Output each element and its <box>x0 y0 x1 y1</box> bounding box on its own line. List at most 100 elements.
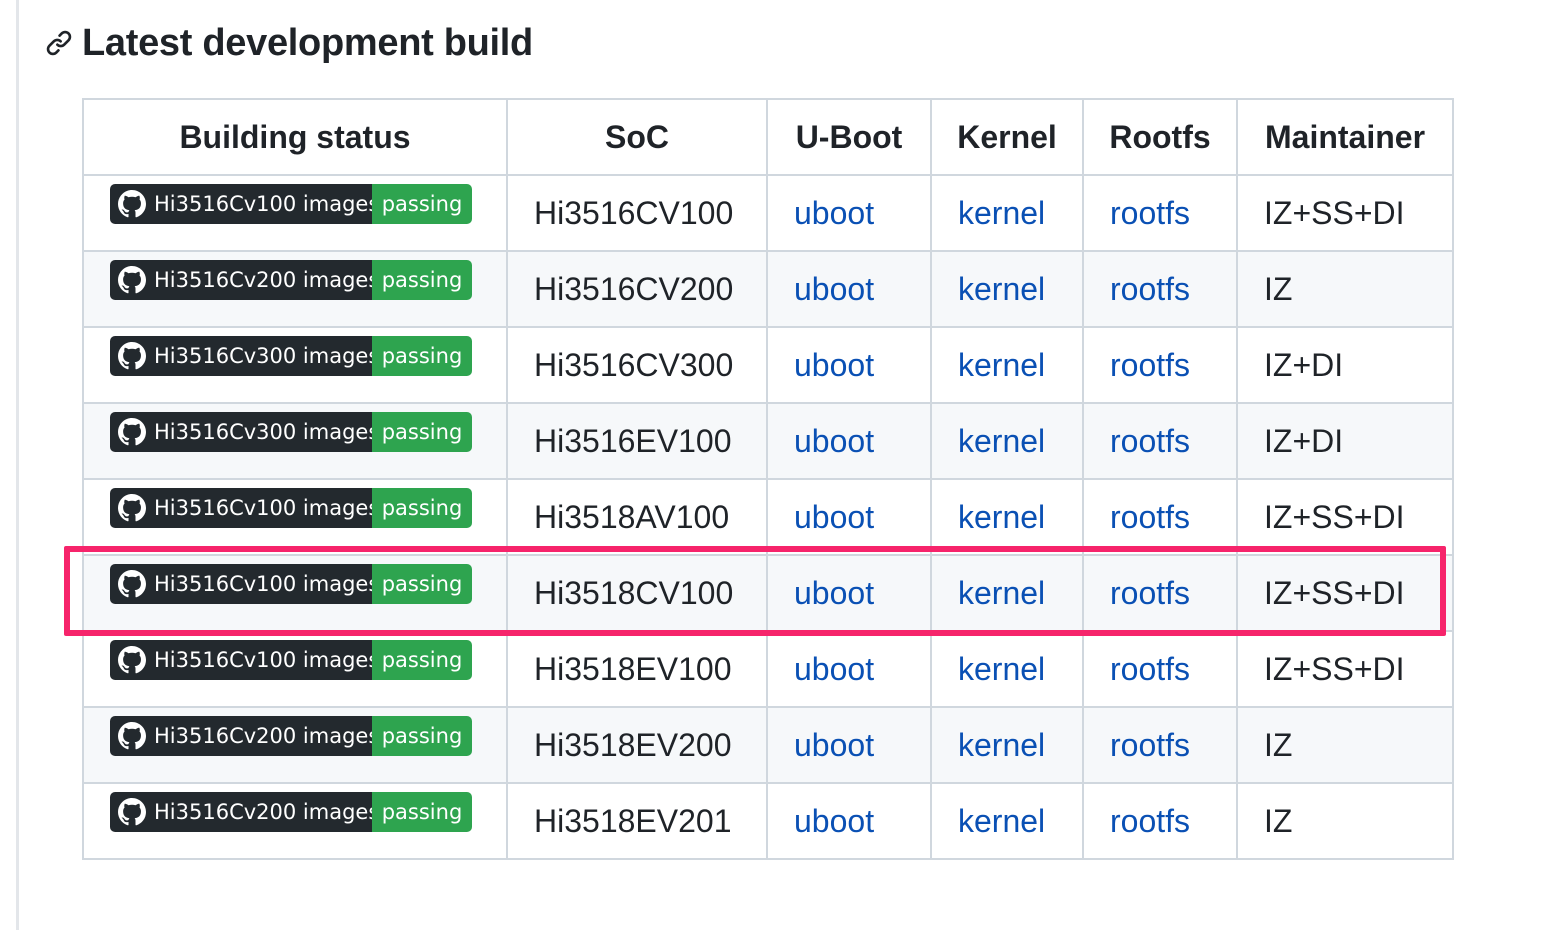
uboot-link[interactable]: uboot <box>794 575 874 611</box>
rootfs-link[interactable]: rootfs <box>1110 803 1190 839</box>
kernel-link[interactable]: kernel <box>958 195 1045 231</box>
github-icon <box>118 722 146 750</box>
github-icon <box>118 494 146 522</box>
badge-workflow: Hi3516Cv300 images <box>110 336 372 377</box>
badge-label: Hi3516Cv200 images <box>154 800 372 825</box>
kernel-link[interactable]: kernel <box>958 499 1045 535</box>
uboot-link[interactable]: uboot <box>794 347 874 383</box>
status-cell: Hi3516Cv100 images passing <box>82 478 508 556</box>
rootfs-link[interactable]: rootfs <box>1110 575 1190 611</box>
kernel-link[interactable]: kernel <box>958 271 1045 307</box>
uboot-link[interactable]: uboot <box>794 651 874 687</box>
rootfs-link[interactable]: rootfs <box>1110 727 1190 763</box>
maintainer-cell: IZ <box>1236 782 1454 860</box>
uboot-link[interactable]: uboot <box>794 423 874 459</box>
uboot-cell: uboot <box>766 478 932 556</box>
table-row: Hi3516Cv200 images passing Hi3518EV200 u… <box>82 706 1454 784</box>
rootfs-cell: rootfs <box>1082 554 1238 632</box>
rootfs-link[interactable]: rootfs <box>1110 271 1190 307</box>
rootfs-cell: rootfs <box>1082 402 1238 480</box>
header-kernel: Kernel <box>930 98 1084 176</box>
badge-label: Hi3516Cv300 images <box>154 420 372 445</box>
build-status-badge[interactable]: Hi3516Cv100 images passing <box>110 184 472 225</box>
badge-label: Hi3516Cv100 images <box>154 648 372 673</box>
kernel-link[interactable]: kernel <box>958 575 1045 611</box>
build-status-badge[interactable]: Hi3516Cv300 images passing <box>110 412 472 453</box>
rootfs-link[interactable]: rootfs <box>1110 423 1190 459</box>
uboot-link[interactable]: uboot <box>794 803 874 839</box>
soc-cell: Hi3518CV100 <box>506 554 768 632</box>
maintainer-cell: IZ+SS+DI <box>1236 630 1454 708</box>
kernel-cell: kernel <box>930 402 1084 480</box>
rootfs-link[interactable]: rootfs <box>1110 195 1190 231</box>
content-left-rule <box>16 0 19 930</box>
build-status-badge[interactable]: Hi3516Cv100 images passing <box>110 564 472 605</box>
rootfs-cell: rootfs <box>1082 478 1238 556</box>
badge-label: Hi3516Cv100 images <box>154 572 372 597</box>
badge-label: Hi3516Cv300 images <box>154 344 372 369</box>
kernel-link[interactable]: kernel <box>958 347 1045 383</box>
kernel-cell: kernel <box>930 782 1084 860</box>
uboot-link[interactable]: uboot <box>794 195 874 231</box>
header-building-status: Building status <box>82 98 508 176</box>
badge-status: passing <box>372 716 472 757</box>
build-status-badge[interactable]: Hi3516Cv200 images passing <box>110 792 472 833</box>
kernel-link[interactable]: kernel <box>958 651 1045 687</box>
uboot-link[interactable]: uboot <box>794 727 874 763</box>
rootfs-cell: rootfs <box>1082 174 1238 252</box>
maintainer-cell: IZ <box>1236 250 1454 328</box>
table-row: Hi3516Cv300 images passing Hi3516CV300 u… <box>82 326 1454 404</box>
rootfs-cell: rootfs <box>1082 630 1238 708</box>
badge-workflow: Hi3516Cv100 images <box>110 184 372 225</box>
page: Latest development build Building status… <box>0 0 1548 930</box>
build-status-badge[interactable]: Hi3516Cv200 images passing <box>110 260 472 301</box>
github-icon <box>118 190 146 218</box>
table-row: Hi3516Cv100 images passing Hi3518CV100 u… <box>82 554 1454 632</box>
soc-cell: Hi3516CV200 <box>506 250 768 328</box>
uboot-cell: uboot <box>766 250 932 328</box>
badge-label: Hi3516Cv100 images <box>154 192 372 217</box>
maintainer-cell: IZ+SS+DI <box>1236 174 1454 252</box>
maintainer-cell: IZ+SS+DI <box>1236 554 1454 632</box>
page-title: Latest development build <box>82 21 533 64</box>
kernel-link[interactable]: kernel <box>958 803 1045 839</box>
uboot-link[interactable]: uboot <box>794 271 874 307</box>
uboot-link[interactable]: uboot <box>794 499 874 535</box>
status-cell: Hi3516Cv300 images passing <box>82 402 508 480</box>
build-status-badge[interactable]: Hi3516Cv100 images passing <box>110 640 472 681</box>
rootfs-cell: rootfs <box>1082 782 1238 860</box>
badge-label: Hi3516Cv200 images <box>154 268 372 293</box>
link-icon[interactable] <box>42 26 76 60</box>
kernel-cell: kernel <box>930 630 1084 708</box>
uboot-cell: uboot <box>766 706 932 784</box>
github-icon <box>118 266 146 294</box>
build-status-badge[interactable]: Hi3516Cv100 images passing <box>110 488 472 529</box>
kernel-cell: kernel <box>930 326 1084 404</box>
kernel-link[interactable]: kernel <box>958 423 1045 459</box>
status-cell: Hi3516Cv200 images passing <box>82 706 508 784</box>
soc-cell: Hi3518EV201 <box>506 782 768 860</box>
rootfs-link[interactable]: rootfs <box>1110 651 1190 687</box>
table-header-row: Building status SoC U-Boot Kernel Rootfs… <box>82 98 1454 176</box>
rootfs-link[interactable]: rootfs <box>1110 347 1190 383</box>
table-row: Hi3516Cv200 images passing Hi3518EV201 u… <box>82 782 1454 860</box>
build-status-badge[interactable]: Hi3516Cv200 images passing <box>110 716 472 757</box>
build-status-badge[interactable]: Hi3516Cv300 images passing <box>110 336 472 377</box>
github-icon <box>118 342 146 370</box>
github-icon <box>118 570 146 598</box>
status-cell: Hi3516Cv100 images passing <box>82 554 508 632</box>
badge-workflow: Hi3516Cv200 images <box>110 792 372 833</box>
uboot-cell: uboot <box>766 630 932 708</box>
maintainer-cell: IZ+SS+DI <box>1236 478 1454 556</box>
github-icon <box>118 798 146 826</box>
badge-workflow: Hi3516Cv100 images <box>110 640 372 681</box>
kernel-cell: kernel <box>930 478 1084 556</box>
uboot-cell: uboot <box>766 402 932 480</box>
header-rootfs: Rootfs <box>1082 98 1238 176</box>
table-row: Hi3516Cv100 images passing Hi3518AV100 u… <box>82 478 1454 556</box>
table-row: Hi3516Cv300 images passing Hi3516EV100 u… <box>82 402 1454 480</box>
uboot-cell: uboot <box>766 554 932 632</box>
table-row: Hi3516Cv200 images passing Hi3516CV200 u… <box>82 250 1454 328</box>
kernel-link[interactable]: kernel <box>958 727 1045 763</box>
rootfs-link[interactable]: rootfs <box>1110 499 1190 535</box>
